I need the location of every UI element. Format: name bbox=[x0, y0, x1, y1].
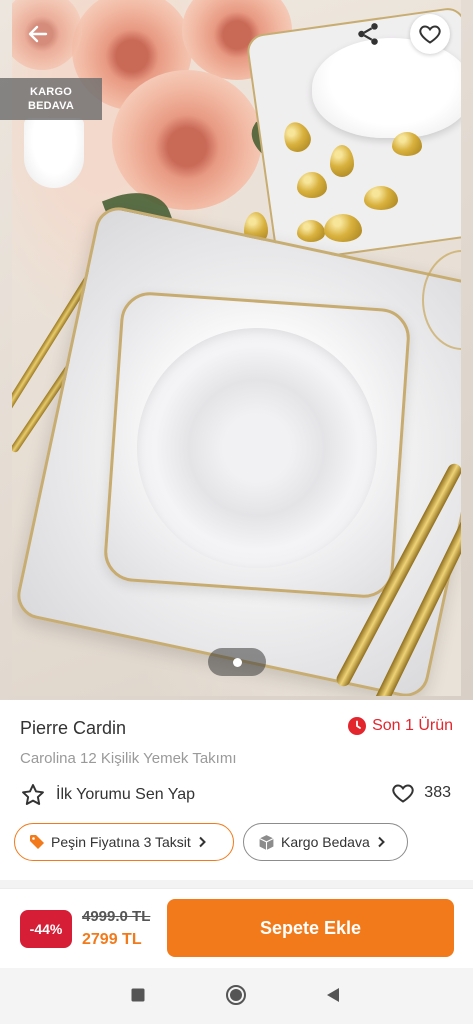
add-to-cart-button[interactable]: Sepete Ekle bbox=[167, 899, 454, 957]
pager-dot-active bbox=[232, 657, 242, 667]
free-shipping-badge: KARGO BEDAVA bbox=[0, 78, 102, 120]
chevron-right-icon bbox=[378, 836, 385, 848]
box-icon bbox=[259, 834, 274, 850]
cup bbox=[24, 118, 84, 188]
recent-apps-button[interactable] bbox=[121, 980, 155, 1010]
section-divider bbox=[0, 880, 473, 888]
image-pager[interactable] bbox=[208, 648, 266, 676]
star-icon bbox=[22, 784, 44, 805]
discount-badge: -44% bbox=[20, 910, 72, 948]
gold-egg-decoration bbox=[392, 132, 422, 156]
gold-egg-decoration bbox=[330, 145, 354, 177]
heart-icon bbox=[392, 784, 414, 803]
share-icon bbox=[358, 23, 378, 45]
brand-name[interactable]: Pierre Cardin bbox=[20, 718, 126, 739]
circle-icon bbox=[226, 985, 246, 1005]
free-shipping-tag[interactable]: Kargo Bedava bbox=[243, 823, 408, 861]
product-image-gallery[interactable]: KARGO BEDAVA bbox=[0, 0, 473, 700]
square-icon bbox=[131, 988, 145, 1002]
plate-center bbox=[137, 328, 377, 568]
badge-line-1: KARGO bbox=[30, 86, 72, 98]
gold-egg-decoration bbox=[364, 186, 398, 210]
badge-line-2: BEDAVA bbox=[27, 100, 75, 112]
system-back-button[interactable] bbox=[316, 980, 350, 1010]
stock-label: Son 1 Ürün bbox=[372, 717, 453, 734]
like-counter[interactable]: 383 bbox=[390, 781, 451, 805]
review-prompt: İlk Yorumu Sen Yap bbox=[56, 786, 196, 803]
arrow-left-icon bbox=[28, 25, 48, 43]
stock-warning: Son 1 Ürün bbox=[348, 717, 453, 735]
gold-egg-decoration bbox=[297, 220, 325, 242]
original-price: 4999.0 TL bbox=[82, 908, 151, 925]
tag-icon bbox=[30, 835, 44, 849]
gold-egg-decoration bbox=[297, 172, 327, 198]
share-button[interactable] bbox=[350, 16, 386, 52]
heart-icon bbox=[419, 25, 441, 44]
clock-icon bbox=[348, 717, 367, 735]
chevron-right-icon bbox=[199, 836, 206, 848]
free-shipping-label: Kargo Bedava bbox=[281, 834, 370, 850]
sale-price: 2799 TL bbox=[82, 931, 142, 948]
triangle-left-icon bbox=[327, 988, 339, 1002]
gravy-boat bbox=[312, 38, 461, 138]
rose-decoration bbox=[112, 70, 262, 210]
home-button[interactable] bbox=[219, 980, 253, 1010]
like-count: 383 bbox=[424, 784, 451, 801]
gold-egg-decoration bbox=[324, 214, 362, 242]
favorite-button[interactable] bbox=[410, 14, 450, 54]
write-review-link[interactable]: İlk Yorumu Sen Yap bbox=[20, 782, 195, 808]
installment-tag[interactable]: Peşin Fiyatına 3 Taksit bbox=[14, 823, 234, 861]
installment-label: Peşin Fiyatına 3 Taksit bbox=[51, 834, 191, 850]
product-title: Carolina 12 Kişilik Yemek Takımı bbox=[20, 750, 237, 767]
back-button[interactable] bbox=[20, 16, 56, 52]
